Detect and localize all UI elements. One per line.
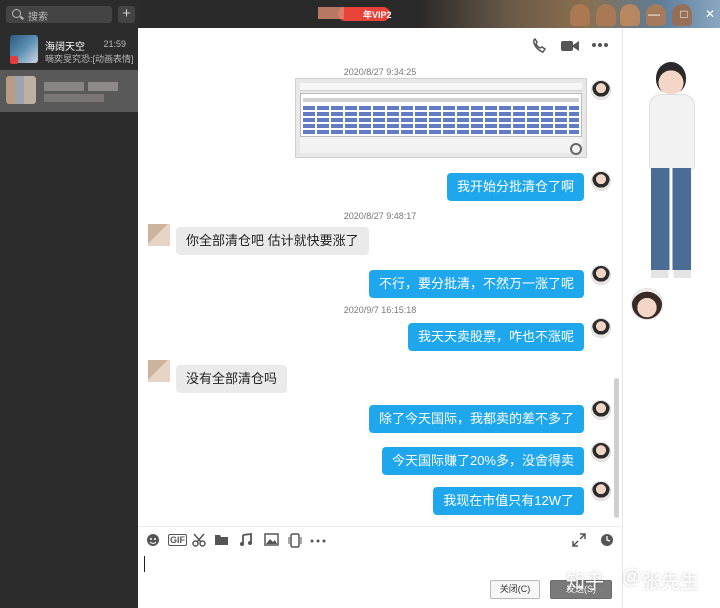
avatar[interactable] <box>591 171 611 191</box>
message-bubble-right: 不行，要分批清，不然万一涨了呢 <box>368 270 584 298</box>
more-icon[interactable] <box>310 539 326 543</box>
image-toolbar <box>300 83 582 91</box>
conversation-item[interactable]: 海阔天空 21:59 嘀奕旻究恐:[动画表情] <box>0 30 138 70</box>
timestamp: 2020/8/27 9:34:25 <box>343 67 417 77</box>
conversation-sidebar: 搜索 + 海阔天空 21:59 嘀奕旻究恐:[动画表情] <box>0 0 138 608</box>
avatar-figure-body <box>649 94 695 170</box>
timestamp: 2020/9/7 16:15:18 <box>343 305 417 315</box>
contact-avatar[interactable] <box>631 288 663 320</box>
avatar-figure-legs <box>651 168 691 270</box>
image-footer <box>300 137 582 153</box>
search-placeholder: 搜索 <box>28 12 48 23</box>
avatar[interactable] <box>591 400 611 420</box>
avatar-figure-shoes <box>651 270 691 278</box>
blurred-name <box>44 82 84 91</box>
scissors-icon[interactable] <box>192 533 206 547</box>
search-icon <box>12 9 21 18</box>
message-bubble-right: 今天国际赚了20%多，没舍得卖 <box>381 447 584 475</box>
conversation-item-selected[interactable] <box>0 70 138 112</box>
zoom-icon[interactable] <box>570 143 582 155</box>
title-bar: 年VIP2 — □ ✕ <box>138 0 720 28</box>
blurred-preview <box>44 94 104 102</box>
blurred-title <box>318 7 344 19</box>
music-icon[interactable] <box>239 533 253 547</box>
message-input[interactable]: 关闭(C) 发送(S) <box>138 554 622 608</box>
watermark-site: 知乎 <box>566 572 605 593</box>
message-bubble-right: 除了今天国际，我都卖的差不多了 <box>368 405 584 433</box>
more-icon[interactable] <box>592 42 608 48</box>
close-button[interactable]: 关闭(C) <box>490 580 540 599</box>
input-toolbar: GIF <box>138 526 622 554</box>
text-caret <box>144 556 145 572</box>
status-badge <box>10 56 18 64</box>
table-row <box>303 106 579 110</box>
conversation-preview: 嘀奕旻究恐:[动画表情] <box>45 54 133 64</box>
watermark-author: 张先生 <box>642 572 700 593</box>
phone-screen-icon[interactable] <box>288 533 302 548</box>
close-icon[interactable]: ✕ <box>702 6 718 22</box>
table-row <box>303 124 579 128</box>
avatar[interactable] <box>148 360 170 382</box>
image-icon[interactable] <box>264 533 279 546</box>
message-bubble-right: 我天天卖股票，咋也不涨呢 <box>407 323 584 351</box>
table-row <box>303 118 579 122</box>
add-button[interactable]: + <box>118 6 135 23</box>
minimize-icon[interactable]: — <box>646 6 662 22</box>
chat-panel: 2020/8/27 9:34:25 我开始分批清仓了啊 2020/8/27 9:… <box>138 28 622 526</box>
avatar[interactable] <box>148 224 170 246</box>
search-input[interactable]: 搜索 <box>6 6 112 23</box>
message-bubble-right: 我开始分批清仓了啊 <box>446 173 584 201</box>
phone-icon[interactable] <box>530 38 548 54</box>
avatar[interactable] <box>591 318 611 338</box>
conversation-name: 海阔天空 <box>45 42 85 53</box>
avatar-figure-head <box>656 62 686 94</box>
avatar[interactable] <box>591 481 611 501</box>
image-table <box>300 93 582 137</box>
emoji-icon[interactable] <box>146 533 160 547</box>
banner-figure <box>570 4 590 26</box>
table-row <box>303 112 579 116</box>
banner-image <box>420 0 720 28</box>
chat-scrollbar[interactable] <box>614 378 619 518</box>
folder-icon[interactable] <box>214 533 229 546</box>
avatar[interactable] <box>591 265 611 285</box>
avatar[interactable] <box>591 442 611 462</box>
avatar[interactable] <box>591 80 611 100</box>
screenshot-image-message[interactable] <box>295 78 587 158</box>
message-bubble-left: 没有全部清仓吗 <box>176 365 288 393</box>
banner-figure <box>596 4 616 26</box>
video-call-icon[interactable] <box>560 39 580 53</box>
profile-panel <box>622 28 720 608</box>
timestamp: 2020/8/27 9:48:17 <box>343 211 417 221</box>
banner-figure <box>620 4 640 26</box>
vip-label: 年VIP2 <box>363 10 392 20</box>
expand-icon[interactable] <box>572 533 586 547</box>
table-row <box>303 98 579 102</box>
blurred-time <box>88 82 118 91</box>
avatar <box>6 76 36 104</box>
watermark-at: @ <box>622 567 642 588</box>
message-bubble-left: 你全部清仓吧 估计就快要涨了 <box>176 227 369 255</box>
maximize-icon[interactable]: □ <box>676 6 692 22</box>
gif-icon[interactable]: GIF <box>168 534 187 546</box>
history-icon[interactable] <box>600 533 614 547</box>
conversation-time: 21:59 <box>103 39 126 49</box>
message-bubble-right: 我现在市值只有12W了 <box>433 487 584 515</box>
table-row <box>303 130 579 134</box>
